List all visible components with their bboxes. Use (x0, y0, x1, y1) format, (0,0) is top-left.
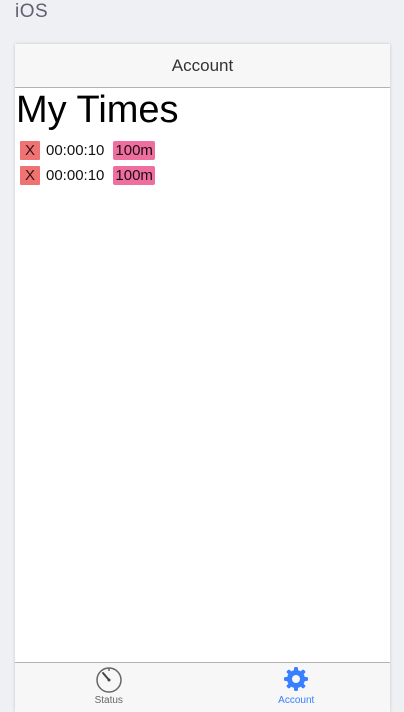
tab-bar: Status Account (15, 662, 390, 712)
tab-status[interactable]: Status (15, 663, 203, 712)
time-value: 00:00:10 (46, 166, 105, 184)
tab-label: Account (278, 695, 315, 706)
delete-button[interactable]: X (20, 140, 40, 160)
gear-icon (284, 667, 309, 691)
delete-button[interactable]: X (20, 165, 40, 185)
stopwatch-icon (96, 667, 122, 693)
platform-label: iOS (15, 1, 49, 22)
distance-badge: 100m (113, 165, 155, 185)
list-item: X 00:00:10 100m (20, 165, 390, 185)
navbar-title: Account (171, 55, 234, 75)
app-frame: Account My Times X 00:00:10 100m X 00:00… (15, 44, 390, 712)
distance-badge: 100m (113, 140, 155, 160)
page-title: My Times (16, 89, 179, 131)
times-list: X 00:00:10 100m X 00:00:10 100m (16, 140, 390, 185)
tab-label: Status (94, 695, 123, 706)
time-value: 00:00:10 (46, 141, 105, 159)
main-content: My Times X 00:00:10 100m X 00:00:10 100m (15, 88, 390, 185)
list-item: X 00:00:10 100m (20, 140, 390, 160)
navbar: Account (15, 44, 390, 88)
tab-account[interactable]: Account (203, 663, 391, 712)
